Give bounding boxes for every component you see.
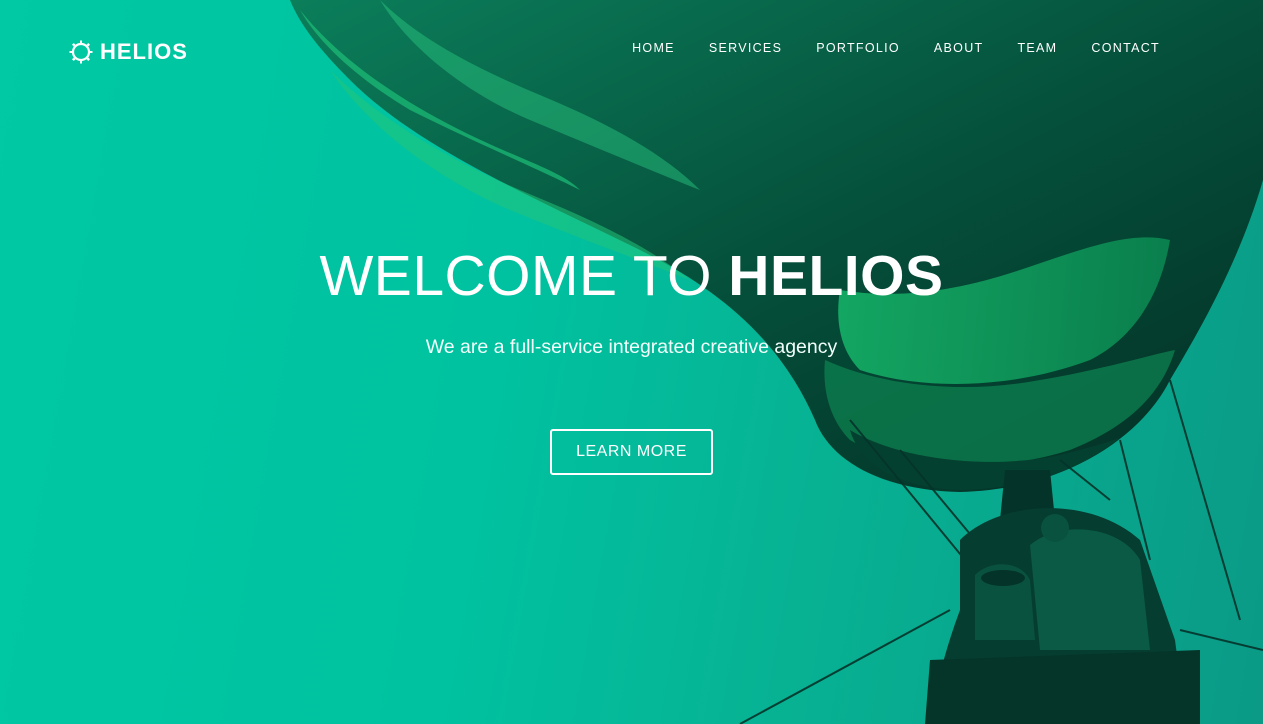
nav-item-home[interactable]: HOME bbox=[632, 41, 675, 55]
hero-section: HELIOS HOME SERVICES PORTFOLIO ABOUT TEA… bbox=[0, 0, 1263, 724]
hero-content: WELCOME TO HELIOS We are a full-service … bbox=[0, 240, 1263, 475]
hero-title: WELCOME TO HELIOS bbox=[0, 240, 1263, 312]
nav-item-services[interactable]: SERVICES bbox=[709, 41, 782, 55]
brand-logo[interactable]: HELIOS bbox=[69, 39, 188, 65]
nav-item-about[interactable]: ABOUT bbox=[934, 41, 984, 55]
brand-name: HELIOS bbox=[100, 39, 188, 64]
hero-title-prefix: WELCOME TO bbox=[319, 244, 729, 308]
nav-item-team[interactable]: TEAM bbox=[1017, 41, 1057, 55]
nav-item-contact[interactable]: CONTACT bbox=[1091, 41, 1160, 55]
hero-subtitle: We are a full-service integrated creativ… bbox=[425, 336, 838, 358]
main-nav: HOME SERVICES PORTFOLIO ABOUT TEAM CONTA… bbox=[598, 41, 1160, 55]
learn-more-button[interactable]: LEARN MORE bbox=[550, 429, 713, 475]
top-navbar: HELIOS HOME SERVICES PORTFOLIO ABOUT TEA… bbox=[0, 0, 1263, 100]
hero-title-emphasis: HELIOS bbox=[728, 244, 944, 308]
sun-gear-icon bbox=[69, 40, 93, 64]
nav-item-portfolio[interactable]: PORTFOLIO bbox=[816, 41, 900, 55]
